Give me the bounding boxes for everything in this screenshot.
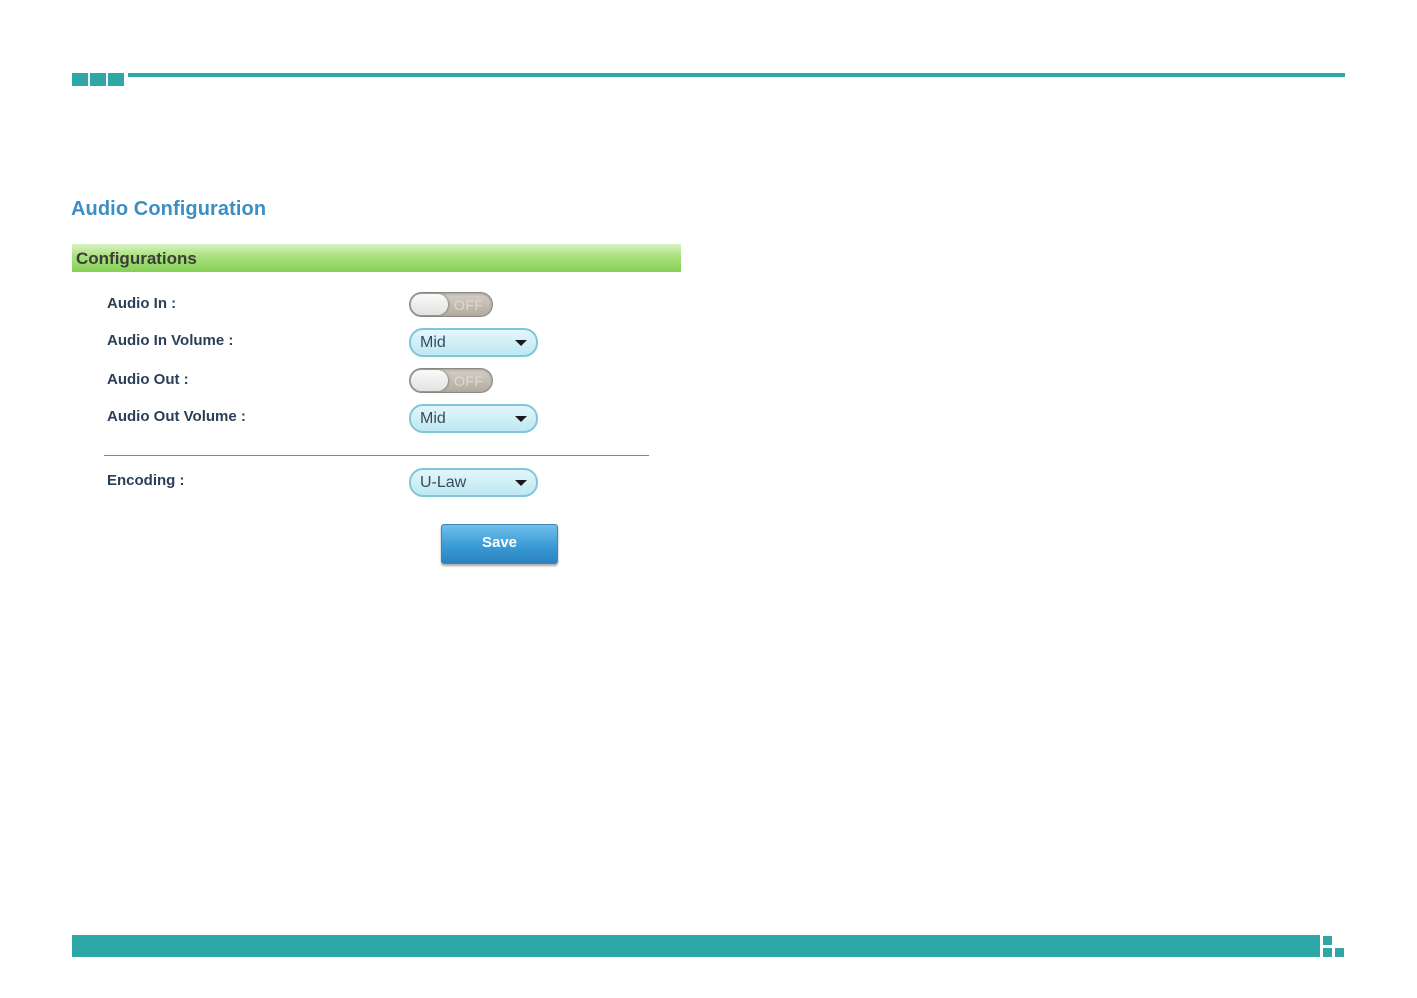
section-title: Configurations — [76, 249, 197, 268]
footer-square-decoration — [1323, 936, 1332, 945]
select-value: U-Law — [420, 474, 467, 491]
toggle-state-text: OFF — [454, 297, 484, 313]
encoding-select[interactable]: U-Law — [409, 468, 538, 497]
audio-in-label: Audio In : — [107, 295, 177, 312]
chevron-down-icon — [515, 416, 527, 422]
section-divider — [104, 455, 649, 456]
footer-square-decoration — [1335, 948, 1344, 957]
audio-out-volume-label: Audio Out Volume : — [107, 408, 246, 425]
chevron-down-icon — [515, 340, 527, 346]
audio-in-volume-select[interactable]: Mid — [409, 328, 538, 357]
page-title: Audio Configuration — [71, 198, 267, 220]
header-square-decoration — [90, 73, 106, 86]
audio-in-volume-label: Audio In Volume : — [107, 332, 234, 349]
encoding-label: Encoding : — [107, 472, 185, 489]
footer-square-decoration — [1323, 948, 1332, 957]
toggle-state-text: OFF — [454, 373, 484, 389]
header-square-decoration — [108, 73, 124, 86]
select-value: Mid — [420, 334, 446, 351]
audio-in-toggle[interactable]: OFF — [409, 292, 493, 317]
configurations-section-header: Configurations — [72, 244, 681, 272]
footer-bar — [72, 935, 1320, 957]
chevron-down-icon — [515, 480, 527, 486]
audio-out-volume-select[interactable]: Mid — [409, 404, 538, 433]
audio-out-toggle[interactable]: OFF — [409, 368, 493, 393]
save-button[interactable]: Save — [441, 524, 558, 564]
header-rule — [128, 73, 1345, 77]
header-square-decoration — [72, 73, 88, 86]
toggle-knob — [411, 294, 448, 315]
toggle-knob — [411, 370, 448, 391]
select-value: Mid — [420, 410, 446, 427]
audio-out-label: Audio Out : — [107, 371, 189, 388]
